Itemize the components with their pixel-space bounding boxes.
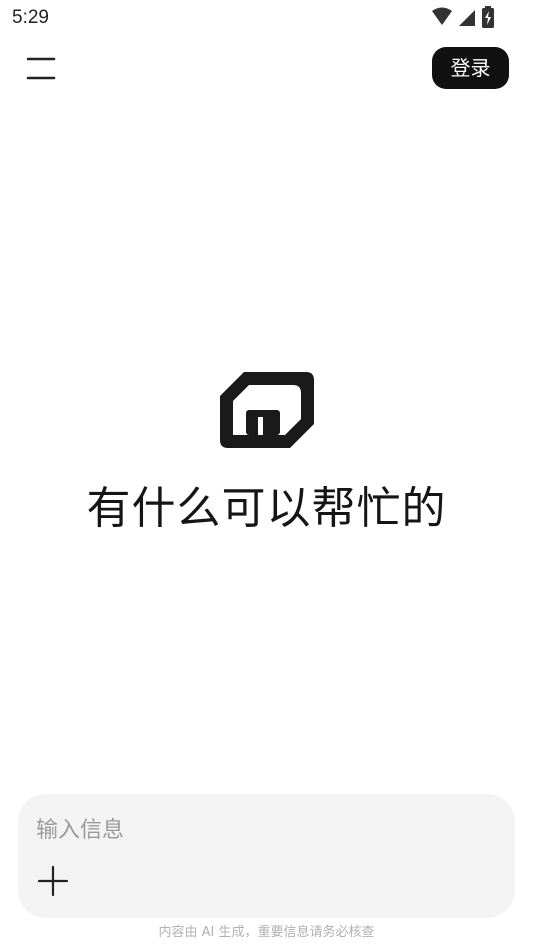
cellular-signal-icon — [457, 7, 477, 31]
ai-disclaimer: 内容由 AI 生成，重要信息请务必核查 — [158, 925, 375, 940]
battery-charging-icon — [481, 6, 495, 32]
menu-button[interactable] — [20, 50, 64, 88]
plus-icon — [36, 864, 70, 898]
status-icons — [431, 6, 495, 32]
status-bar: 5:29 — [0, 0, 533, 36]
app-logo-icon — [220, 372, 314, 452]
wifi-icon — [431, 7, 453, 31]
status-time: 5:29 — [12, 7, 49, 28]
message-input[interactable] — [36, 810, 496, 850]
page-title: 有什么可以帮忙的 — [86, 483, 447, 534]
menu-icon — [20, 50, 64, 88]
add-attachment-button[interactable] — [36, 864, 70, 898]
app-logo — [220, 372, 314, 448]
message-composer — [18, 794, 515, 918]
login-button[interactable]: 登录 — [432, 47, 509, 89]
